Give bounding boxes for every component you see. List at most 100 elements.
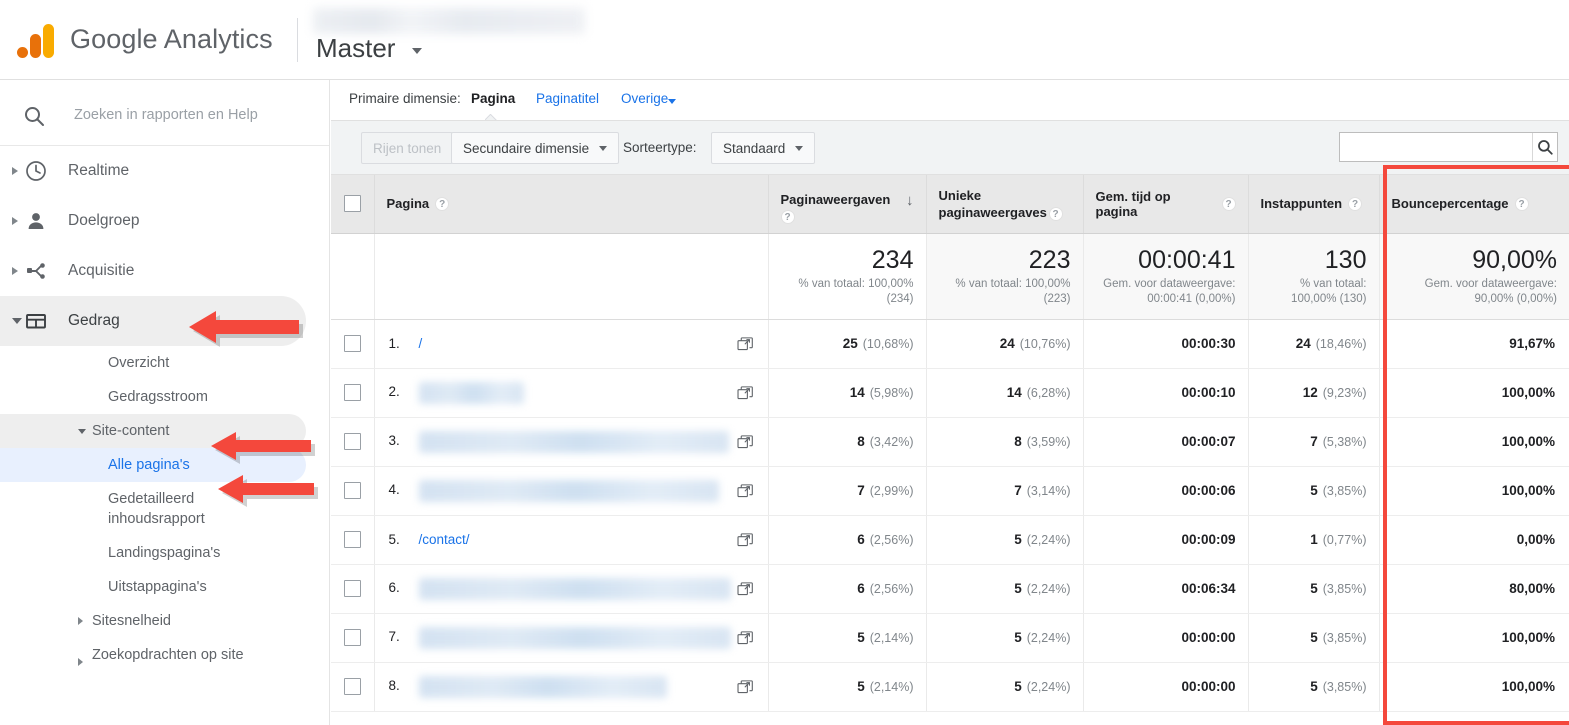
page-path-redacted — [418, 626, 731, 649]
top-bar: Google Analytics Master — [0, 0, 1569, 80]
sidebar-subitem-gedragsstroom[interactable]: Gedragsstroom — [0, 380, 329, 414]
avg-time-value: 00:06:34 — [1181, 581, 1236, 596]
question-mark-icon[interactable]: ? — [1048, 206, 1063, 221]
open-in-new-icon[interactable] — [736, 679, 754, 699]
avg-time-cell: 00:00:06 — [1083, 466, 1249, 516]
summary-subtext: % van totaal: 100,00% (223) — [955, 278, 1071, 305]
sidebar-item-label: Realtime — [68, 162, 130, 179]
column-header-pagina[interactable]: Pagina ? — [374, 175, 769, 234]
open-in-new-icon[interactable] — [736, 385, 754, 405]
unique-pageviews-value: 5 — [1014, 532, 1022, 547]
question-mark-icon[interactable]: ? — [435, 196, 450, 211]
arrow-down-icon[interactable]: ↓ — [906, 192, 914, 209]
unique-pageviews-percent: (3,14%) — [1026, 484, 1071, 498]
row-select-cell — [331, 319, 375, 369]
entrances-value: 12 — [1302, 385, 1318, 400]
unique-pageviews-percent: (10,76%) — [1019, 337, 1071, 351]
select-all-checkbox[interactable] — [343, 195, 361, 213]
bounce-rate-value: 100,00% — [1501, 385, 1555, 400]
view-selector-label[interactable]: Master — [316, 33, 395, 64]
open-in-new-icon[interactable] — [736, 336, 754, 356]
open-in-new-icon[interactable] — [736, 532, 754, 552]
row-select-cell — [331, 613, 375, 663]
pageviews-cell: 14 (5,98%) — [768, 368, 927, 418]
page-path-link[interactable]: / — [419, 336, 423, 351]
sort-type-button[interactable]: Standaard — [711, 132, 816, 164]
row-checkbox[interactable] — [343, 678, 361, 695]
table-row: 1. / 25 (10,68%) 24 (10,76%) 00:00:30 24 (18,46%… — [331, 319, 1569, 369]
column-header-bouncepercentage[interactable]: Bouncepercentage ? — [1379, 175, 1569, 234]
sidebar-subitem-alle-paginas[interactable]: Alle pagina's — [0, 448, 306, 482]
column-header-paginaweergaven[interactable]: Paginaweergaven ? ↓ — [768, 175, 927, 234]
column-header-unieke-paginaweergaves[interactable]: Unieke paginaweergaves ? — [926, 175, 1084, 234]
pageviews-cell: 5 (2,14%) — [768, 662, 927, 712]
unique-pageviews-value: 8 — [1014, 434, 1022, 449]
chevron-down-icon[interactable] — [668, 99, 676, 104]
sidebar-subitem-zoekopdrachten-op-site[interactable]: Zoekopdrachten op site — [0, 638, 329, 672]
pageviews-cell: 6 (2,56%) — [768, 564, 927, 614]
sidebar-subitem-site-content[interactable]: Site-content — [0, 414, 306, 448]
chevron-down-icon[interactable] — [412, 48, 422, 54]
sidebar-item-acquisitie[interactable]: Acquisitie — [0, 246, 329, 296]
dimension-tab-paginatitel[interactable]: Paginatitel — [536, 91, 599, 106]
row-checkbox[interactable] — [343, 482, 361, 499]
row-checkbox[interactable] — [343, 580, 361, 597]
unique-pageviews-value: 7 — [1014, 483, 1022, 498]
search-input[interactable] — [72, 105, 312, 125]
table-search-input[interactable] — [1340, 133, 1532, 161]
row-checkbox[interactable] — [343, 384, 361, 401]
dimension-tab-overige[interactable]: Overige — [621, 91, 668, 106]
sidebar-subitem-gedetailleerd-inhoudsrapport[interactable]: Gedetailleerd inhoudsrapport — [0, 482, 329, 536]
row-checkbox[interactable] — [343, 335, 361, 352]
pageviews-value: 6 — [857, 581, 865, 596]
sidebar-subitem-overzicht[interactable]: Overzicht — [0, 346, 329, 380]
summary-entrances: 130 % van totaal: 100,00% (130) — [1248, 233, 1380, 320]
sidebar-subitem-sitesnelheid[interactable]: Sitesnelheid — [0, 604, 329, 638]
sidebar-item-label: Doelgroep — [68, 212, 140, 229]
sidebar-subitem-label: Landingspagina's — [108, 545, 221, 561]
main-panel: Primaire dimensie: Pagina Paginatitel Ov… — [331, 80, 1569, 725]
open-in-new-icon[interactable] — [736, 434, 754, 454]
pageviews-value: 6 — [857, 532, 865, 547]
entrances-percent: (3,85%) — [1322, 582, 1367, 596]
sidebar-subitem-uitstappaginas[interactable]: Uitstappagina's — [0, 570, 329, 604]
sidebar-item-realtime[interactable]: Realtime — [0, 146, 329, 196]
show-rows-button[interactable]: Rijen tonen — [361, 132, 454, 164]
dimension-tab-pagina[interactable]: Pagina — [471, 91, 515, 106]
chevron-down-icon — [12, 318, 22, 324]
row-select-cell — [331, 417, 375, 467]
open-in-new-icon[interactable] — [736, 483, 754, 503]
row-checkbox[interactable] — [343, 629, 361, 646]
unique-pageviews-cell: 14 (6,28%) — [926, 368, 1084, 418]
clock-icon — [24, 159, 48, 183]
question-mark-icon[interactable]: ? — [1348, 196, 1363, 211]
row-checkbox[interactable] — [343, 531, 361, 548]
bounce-rate-value: 80,00% — [1509, 581, 1555, 596]
sidebar-subitem-landingspaginas[interactable]: Landingspagina's — [0, 536, 329, 570]
sidebar-item-doelgroep[interactable]: Doelgroep — [0, 196, 329, 246]
pageviews-value: 5 — [857, 679, 865, 694]
column-header-gem-tijd-op-pagina[interactable]: Gem. tijd op pagina ? — [1083, 175, 1249, 234]
table-row: 5. /contact/6 (2,56%) 5 (2,24%) 00:00:09 1 (0,7… — [331, 515, 1569, 565]
question-mark-icon[interactable]: ? — [1221, 196, 1236, 211]
row-checkbox[interactable] — [343, 433, 361, 450]
page-path-redacted — [418, 577, 731, 600]
row-index: 1. — [388, 336, 400, 351]
column-header-instappunten[interactable]: Instappunten ? — [1248, 175, 1380, 234]
unique-pageviews-percent: (2,24%) — [1026, 582, 1071, 596]
question-mark-icon[interactable]: ? — [1514, 196, 1529, 211]
table-search-button[interactable] — [1532, 133, 1557, 161]
secondary-dimension-button[interactable]: Secundaire dimensie — [451, 132, 620, 164]
open-in-new-icon[interactable] — [736, 581, 754, 601]
pageviews-percent: (2,14%) — [869, 631, 914, 645]
unique-pageviews-percent: (2,24%) — [1026, 631, 1071, 645]
bounce-rate-cell: 0,00% — [1379, 515, 1569, 565]
page-cell: 1. / — [374, 319, 769, 369]
sidebar-item-gedrag[interactable]: Gedrag — [0, 296, 306, 346]
question-mark-icon[interactable]: ? — [780, 210, 795, 225]
bounce-rate-cell: 80,00% — [1379, 564, 1569, 614]
unique-pageviews-cell: 5 (2,24%) — [926, 662, 1084, 712]
pageviews-percent: (2,99%) — [869, 484, 914, 498]
page-path-link[interactable]: /contact/ — [419, 532, 470, 547]
open-in-new-icon[interactable] — [736, 630, 754, 650]
